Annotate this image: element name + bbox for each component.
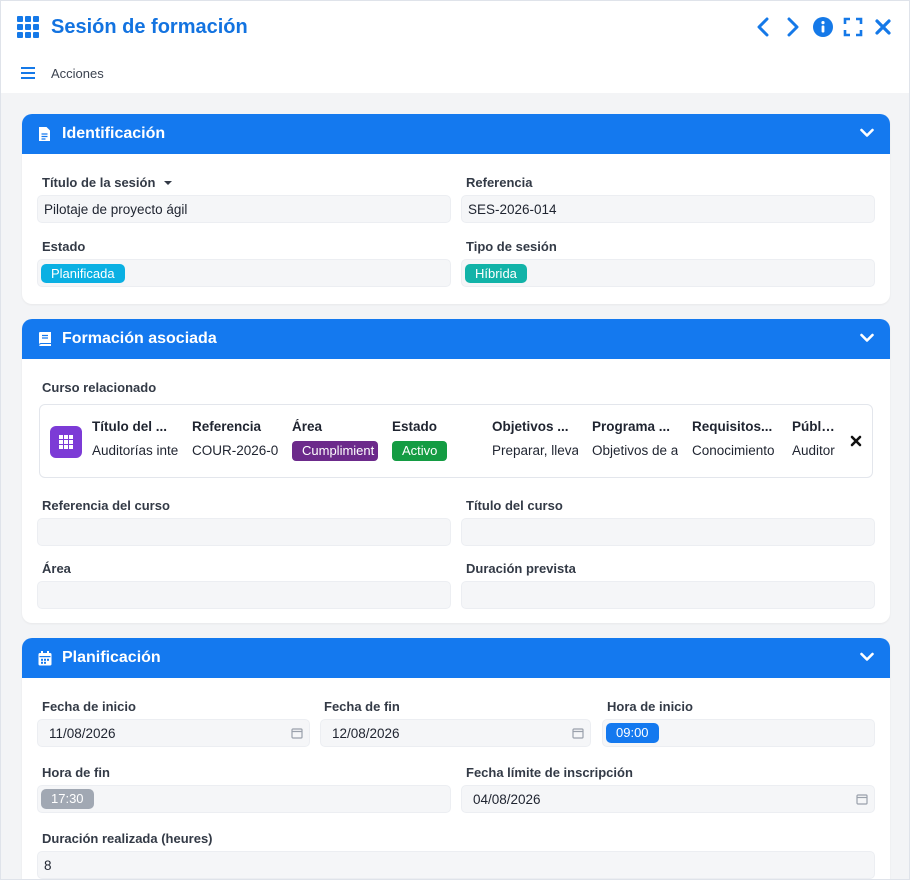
course-col-area: Área Cumplimient [292, 419, 378, 461]
form-window: Sesión de formación Acciones Identificac… [0, 0, 910, 880]
referencia-field[interactable]: SES-2026-014 [461, 195, 875, 223]
course-grid-icon [50, 426, 82, 458]
menu-icon[interactable] [21, 67, 35, 79]
area-field [37, 581, 451, 609]
area-badge: Cumplimient [292, 441, 378, 461]
ref-curso-label: Referencia del curso [42, 498, 170, 513]
tipo-badge: Híbrida [465, 263, 527, 283]
fecha-inicio-label: Fecha de inicio [42, 699, 136, 714]
hora-fin-label: Hora de fin [42, 765, 110, 780]
calendar-icon [38, 650, 52, 666]
course-col-objetivos: Objetivos ... Preparar, lleva [492, 419, 578, 458]
duracion-prevista-field [461, 581, 875, 609]
chevron-down-icon[interactable] [860, 330, 874, 348]
tipo-field[interactable]: Híbrida [461, 259, 875, 287]
window-title: Sesión de formación [51, 15, 248, 38]
next-icon[interactable] [783, 16, 803, 38]
hora-fin-field[interactable]: 17:30 [37, 785, 451, 813]
duracion-realizada-label: Duración realizada (heures) [42, 831, 213, 846]
fecha-fin-label: Fecha de fin [324, 699, 400, 714]
app-grid-icon[interactable] [17, 16, 39, 38]
formacion-panel-header[interactable]: Formación asociada [22, 319, 890, 359]
chevron-down-icon[interactable] [860, 649, 874, 667]
titulo-curso-label: Título del curso [466, 498, 563, 513]
course-col-estado: Estado Activo [392, 419, 478, 461]
formacion-panel: Formación asociada Curso relacionado Tít… [22, 319, 890, 623]
course-status-badge: Activo [392, 441, 448, 461]
chevron-down-icon[interactable] [860, 125, 874, 143]
course-card[interactable]: Título del ... Auditorías inte Referenci… [39, 404, 873, 478]
duracion-realizada-field[interactable]: 8 [37, 851, 875, 879]
titulo-field[interactable]: Pilotaje de proyecto ágil [37, 195, 451, 223]
actions-toolbar: Acciones [1, 53, 909, 93]
hora-inicio-label: Hora de inicio [607, 699, 693, 714]
course-col-titulo: Título del ... Auditorías inte [92, 419, 178, 458]
fullscreen-icon[interactable] [843, 16, 863, 38]
calendar-picker-icon [572, 728, 584, 739]
actions-menu-button[interactable]: Acciones [51, 66, 104, 81]
previous-icon[interactable] [753, 16, 773, 38]
caret-down-icon [164, 181, 173, 185]
hora-fin-badge: 17:30 [41, 789, 94, 809]
titulo-label: Título de la sesión [42, 175, 173, 190]
calendar-picker-icon [856, 794, 868, 805]
duracion-prevista-label: Duración prevista [466, 561, 576, 576]
referencia-label: Referencia [466, 175, 533, 190]
remove-course-icon[interactable] [850, 434, 862, 450]
hora-inicio-field[interactable]: 09:00 [602, 719, 875, 747]
course-col-referencia: Referencia COUR-2026-0 [192, 419, 278, 458]
estado-badge: Planificada [41, 263, 125, 283]
planificacion-title: Planificación [62, 649, 161, 666]
curso-label: Curso relacionado [42, 380, 157, 395]
identificacion-panel: Identificación Título de la sesión Pilot… [22, 114, 890, 304]
course-col-programa: Programa ... Objetivos de a [592, 419, 678, 458]
close-icon[interactable] [873, 16, 893, 38]
fecha-limite-label: Fecha límite de inscripción [466, 765, 633, 780]
fecha-fin-field[interactable]: 12/08/2026 [320, 719, 591, 747]
document-icon [38, 126, 52, 142]
course-col-requisitos: Requisitos... Conocimiento [692, 419, 775, 458]
ref-curso-field [37, 518, 451, 546]
info-icon[interactable] [813, 16, 833, 38]
course-col-publico: Público Auditor [792, 419, 838, 458]
title-bar: Sesión de formación [1, 1, 909, 53]
hora-inicio-badge: 09:00 [606, 723, 659, 743]
calendar-picker-icon [291, 728, 303, 739]
titulo-curso-field [461, 518, 875, 546]
tipo-label: Tipo de sesión [466, 239, 557, 254]
estado-label: Estado [42, 239, 86, 254]
identificacion-title: Identificación [62, 125, 166, 142]
planificacion-panel: Planificación Fecha de inicio 11/08/2026… [22, 638, 890, 879]
area-label: Área [42, 561, 71, 576]
formacion-title: Formación asociada [62, 330, 217, 347]
fecha-limite-field[interactable]: 04/08/2026 [461, 785, 875, 813]
estado-field[interactable]: Planificada [37, 259, 451, 287]
book-icon [38, 331, 52, 347]
planificacion-panel-header[interactable]: Planificación [22, 638, 890, 678]
fecha-inicio-field[interactable]: 11/08/2026 [37, 719, 310, 747]
identificacion-panel-header[interactable]: Identificación [22, 114, 890, 154]
